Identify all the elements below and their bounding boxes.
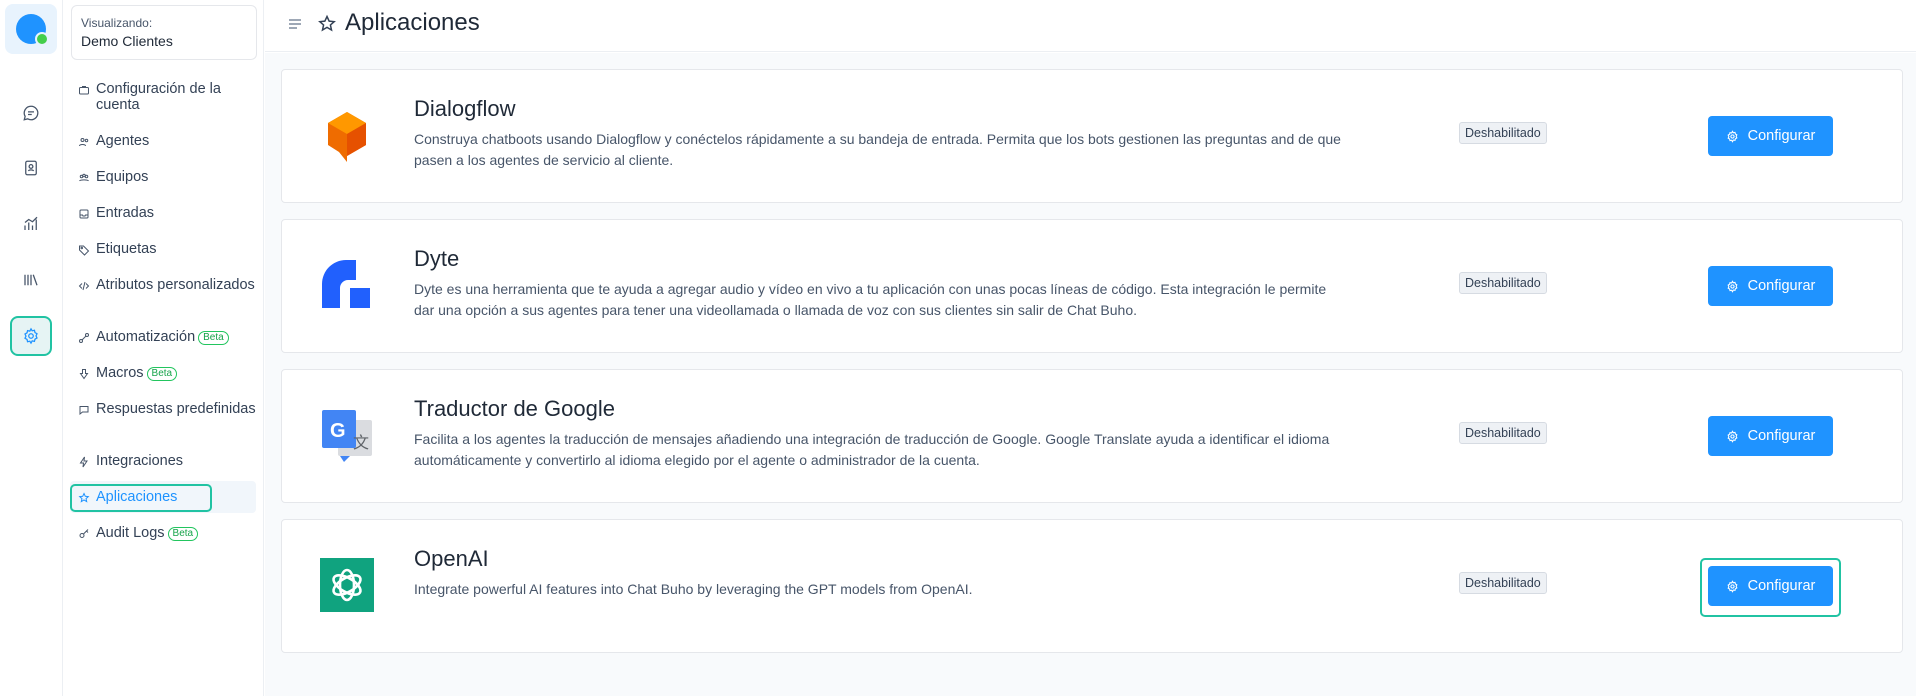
sidebar-item-inboxes[interactable]: Entradas bbox=[70, 205, 256, 221]
configure-label: Configurar bbox=[1747, 578, 1816, 594]
gear-icon bbox=[1727, 279, 1738, 293]
tag-icon bbox=[78, 244, 90, 256]
status-badge: Deshabilitado bbox=[1459, 572, 1547, 594]
sidebar-item-applications[interactable]: Aplicaciones bbox=[70, 481, 256, 513]
chat-bubble-icon bbox=[78, 404, 90, 416]
app-name: Traductor de Google bbox=[414, 396, 615, 421]
beta-badge: Beta bbox=[198, 331, 229, 345]
beta-badge: Beta bbox=[167, 527, 199, 541]
sidebar-item-agents[interactable]: Agentes bbox=[70, 133, 256, 149]
star-icon bbox=[318, 14, 336, 32]
sidebar-item-label: Atributos personalizados bbox=[96, 277, 255, 293]
page-title: Aplicaciones bbox=[345, 9, 480, 36]
gear-icon bbox=[1727, 129, 1738, 143]
sidebar-item-macros[interactable]: Macros Beta bbox=[70, 365, 256, 381]
brand-logo[interactable] bbox=[5, 4, 57, 54]
sidebar-item-label: Macros bbox=[96, 365, 144, 381]
team-icon bbox=[78, 172, 90, 184]
key-icon bbox=[78, 528, 90, 540]
configure-label: Configurar bbox=[1747, 278, 1816, 294]
google-translate-logo-icon: G 文 bbox=[322, 410, 372, 462]
configure-button[interactable]: Configurar bbox=[1708, 416, 1833, 456]
sidebar-item-teams[interactable]: Equipos bbox=[70, 169, 256, 185]
page-header: Aplicaciones bbox=[265, 0, 1916, 52]
status-badge: Deshabilitado bbox=[1459, 272, 1547, 294]
svg-text:文: 文 bbox=[353, 433, 369, 452]
sidebar-item-labels[interactable]: Etiquetas bbox=[70, 241, 256, 257]
app-card-openai: OpenAI Integrate powerful AI features in… bbox=[281, 519, 1903, 653]
account-label: Visualizando: bbox=[81, 16, 153, 30]
sidebar-item-label: Audit Logs bbox=[96, 525, 165, 541]
app-name: OpenAI bbox=[414, 546, 489, 571]
chat-icon bbox=[23, 105, 39, 121]
sidebar-item-label: Automatización bbox=[96, 329, 196, 345]
sidebar-item-account-settings[interactable]: Configuración de la cuenta bbox=[70, 81, 256, 113]
configure-label: Configurar bbox=[1747, 428, 1816, 444]
svg-text:G: G bbox=[330, 420, 346, 442]
status-badge: Deshabilitado bbox=[1459, 422, 1547, 444]
logo-icon bbox=[16, 14, 49, 46]
sidebar-item-automation[interactable]: Automatización Beta bbox=[70, 329, 256, 345]
star-icon bbox=[78, 492, 90, 504]
contacts-button[interactable] bbox=[10, 148, 52, 188]
menu-icon[interactable] bbox=[289, 19, 301, 29]
app-card-google-translate: G 文 Traductor de Google Facilita a los a… bbox=[281, 369, 1903, 503]
sidebar-item-canned-responses[interactable]: Respuestas predefinidas bbox=[70, 401, 256, 417]
account-name: Demo Clientes bbox=[81, 33, 173, 49]
status-badge: Deshabilitado bbox=[1459, 122, 1547, 144]
sidebar-item-label: Configuración de la cuenta bbox=[96, 81, 221, 113]
app-description: Facilita a los agentes la traducción de … bbox=[414, 431, 1330, 468]
gear-icon bbox=[1727, 579, 1738, 593]
icon-rail bbox=[0, 0, 63, 696]
app-description: Construya chatboots usando Dialogflow y … bbox=[414, 131, 1341, 168]
people-icon bbox=[78, 136, 90, 148]
settings-sidebar: Visualizando: Demo Clientes Configuració… bbox=[63, 0, 264, 696]
dialogflow-logo-icon bbox=[328, 112, 366, 162]
configure-button[interactable]: Configurar bbox=[1708, 116, 1833, 156]
beta-badge: Beta bbox=[146, 367, 178, 381]
sidebar-item-label: Entradas bbox=[96, 205, 155, 221]
settings-button[interactable] bbox=[10, 316, 52, 356]
app-card-dyte: Dyte Dyte es una herramienta que te ayud… bbox=[281, 219, 1903, 353]
contact-book-icon bbox=[25, 160, 37, 176]
app-description: Dyte es una herramienta que te ayuda a a… bbox=[414, 281, 1327, 318]
configure-button[interactable]: Configurar bbox=[1708, 566, 1833, 606]
dyte-logo-icon bbox=[322, 260, 370, 308]
app-name: Dyte bbox=[414, 246, 460, 271]
sidebar-item-integrations[interactable]: Integraciones bbox=[70, 453, 256, 469]
macro-icon bbox=[78, 368, 90, 380]
automation-icon bbox=[78, 332, 90, 344]
sidebar-item-label: Integraciones bbox=[96, 453, 184, 469]
app-name: Dialogflow bbox=[414, 96, 516, 121]
app-description: Integrate powerful AI features into Chat… bbox=[414, 581, 973, 597]
flash-icon bbox=[78, 456, 90, 468]
gear-icon bbox=[1727, 429, 1738, 443]
apps-list: Dialogflow Construya chatboots usando Di… bbox=[265, 53, 1916, 696]
configure-label: Configurar bbox=[1747, 128, 1816, 144]
sidebar-item-audit-logs[interactable]: Audit Logs Beta bbox=[70, 525, 256, 541]
configure-button[interactable]: Configurar bbox=[1708, 266, 1833, 306]
code-icon bbox=[78, 280, 90, 292]
gear-icon bbox=[24, 327, 38, 345]
chart-line-icon bbox=[24, 216, 38, 230]
sidebar-item-label: Aplicaciones bbox=[96, 489, 178, 505]
library-button[interactable] bbox=[10, 260, 52, 300]
sidebar-item-label: Agentes bbox=[96, 133, 150, 149]
reports-button[interactable] bbox=[10, 204, 52, 244]
sidebar-item-label: Respuestas predefinidas bbox=[96, 401, 256, 417]
sidebar-item-label: Etiquetas bbox=[96, 241, 157, 257]
sidebar-item-label: Equipos bbox=[96, 169, 149, 185]
briefcase-icon bbox=[78, 84, 90, 96]
inbox-icon bbox=[78, 208, 90, 220]
library-icon bbox=[24, 274, 38, 286]
app-card-dialogflow: Dialogflow Construya chatboots usando Di… bbox=[281, 69, 1903, 203]
openai-logo-icon bbox=[320, 558, 374, 612]
conversations-button[interactable] bbox=[10, 93, 52, 133]
sidebar-item-custom-attributes[interactable]: Atributos personalizados bbox=[70, 277, 256, 293]
account-switcher[interactable]: Visualizando: Demo Clientes bbox=[71, 5, 257, 60]
